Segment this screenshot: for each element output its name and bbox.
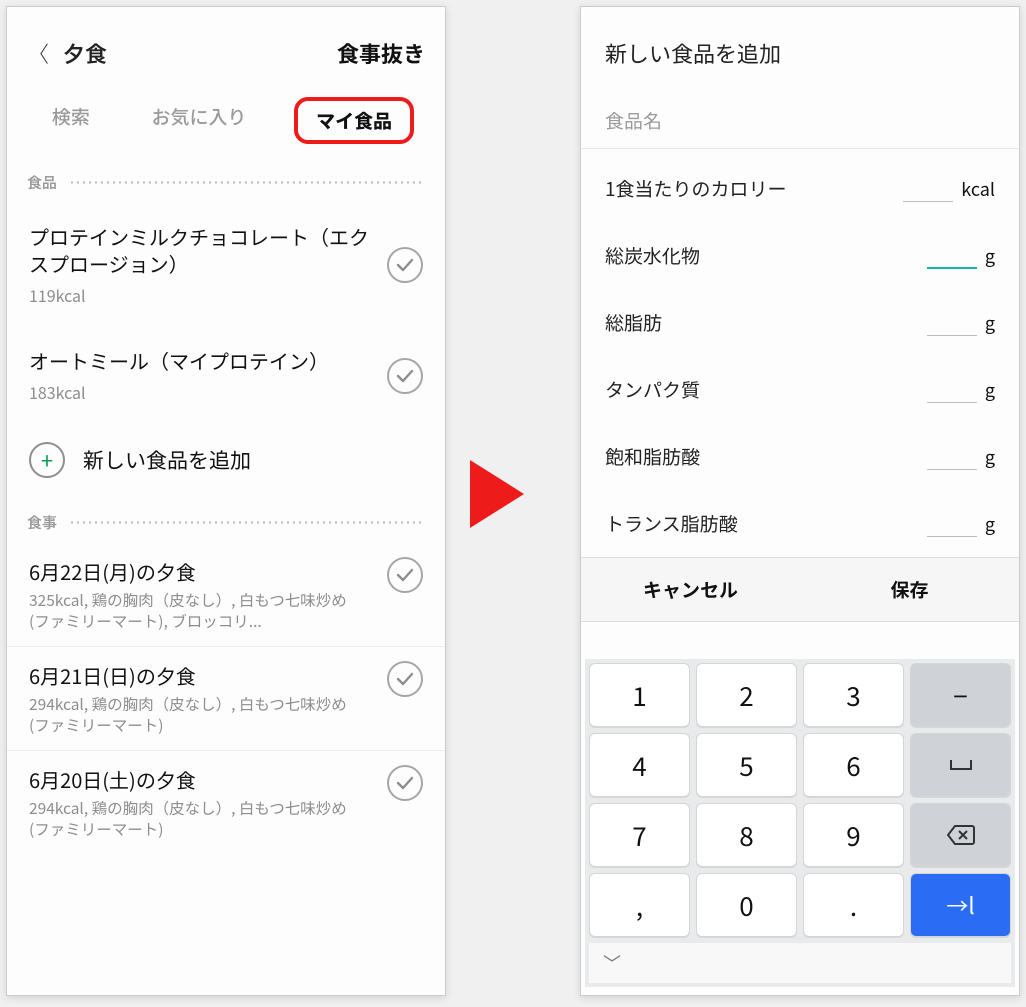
key-comma[interactable]: , bbox=[589, 873, 690, 937]
unit-label: kcal bbox=[961, 176, 995, 202]
back-icon[interactable]: 〈 bbox=[27, 37, 49, 69]
keyboard-dismiss[interactable]: ﹀ bbox=[589, 943, 1011, 983]
tab-myfood[interactable]: マイ食品 bbox=[294, 97, 414, 144]
unit-label: g bbox=[985, 243, 995, 269]
nutrition-label: トランス脂肪酸 bbox=[605, 510, 738, 537]
key-2[interactable]: 2 bbox=[696, 663, 797, 727]
key-5[interactable]: 5 bbox=[696, 733, 797, 797]
nutrition-label: 1食当たりのカロリー bbox=[605, 175, 787, 202]
key-4[interactable]: 4 bbox=[589, 733, 690, 797]
enter-icon: →l bbox=[946, 889, 974, 921]
add-food-label: 新しい食品を追加 bbox=[83, 445, 251, 475]
meal-title: 6月20日(土)の夕食 bbox=[29, 765, 359, 794]
page-title: 新しい食品を追加 bbox=[581, 7, 1019, 79]
divider-icon bbox=[67, 181, 425, 184]
key-0[interactable]: 0 bbox=[696, 873, 797, 937]
unit-label: g bbox=[985, 310, 995, 336]
nutrition-row: トランス脂肪酸 g bbox=[581, 490, 1019, 557]
section-meal-label: 食事 bbox=[27, 512, 57, 533]
meal-desc: 294kcal, 鶏の胸肉（皮なし）, 白もつ七味炒め(ファミリーマート) bbox=[29, 694, 359, 736]
numeric-keypad: 1 2 3 − 4 5 6 7 8 9 , 0 . →l bbox=[585, 659, 1015, 987]
food-item[interactable]: オートミール（マイプロテイン） 183kcal bbox=[7, 327, 445, 424]
nutrition-row: 1食当たりのカロリー kcal bbox=[581, 155, 1019, 222]
section-food-label: 食品 bbox=[27, 172, 57, 193]
key-period[interactable]: . bbox=[803, 873, 904, 937]
fat-input[interactable] bbox=[927, 312, 977, 336]
food-name-input[interactable]: 食品名 bbox=[581, 79, 1019, 149]
form-actions: キャンセル 保存 bbox=[581, 557, 1019, 622]
unit-label: g bbox=[985, 444, 995, 470]
nutrition-row: 総炭水化物 g bbox=[581, 222, 1019, 289]
add-food-screen: 新しい食品を追加 食品名 1食当たりのカロリー kcal 総炭水化物 g 総脂肪… bbox=[580, 6, 1020, 996]
meal-item[interactable]: 6月20日(土)の夕食 294kcal, 鶏の胸肉（皮なし）, 白もつ七味炒め(… bbox=[7, 751, 445, 854]
divider-icon bbox=[67, 521, 425, 524]
meal-desc: 294kcal, 鶏の胸肉（皮なし）, 白もつ七味炒め(ファミリーマート) bbox=[29, 798, 359, 840]
cancel-button[interactable]: キャンセル bbox=[581, 558, 800, 621]
check-icon[interactable] bbox=[387, 247, 423, 283]
page-title: 夕食 bbox=[63, 37, 107, 69]
key-9[interactable]: 9 bbox=[803, 803, 904, 867]
key-backspace[interactable] bbox=[910, 803, 1011, 867]
nutrition-label: 総脂肪 bbox=[605, 309, 662, 336]
meal-item[interactable]: 6月22日(月)の夕食 325kcal, 鶏の胸肉（皮なし）, 白もつ七味炒め(… bbox=[7, 543, 445, 647]
save-button[interactable]: 保存 bbox=[800, 558, 1019, 621]
add-food-button[interactable]: + 新しい食品を追加 bbox=[7, 424, 445, 502]
key-7[interactable]: 7 bbox=[589, 803, 690, 867]
tab-favorites[interactable]: お気に入り bbox=[137, 97, 260, 144]
plus-icon: + bbox=[29, 442, 65, 478]
arrow-right-icon bbox=[470, 460, 524, 528]
satfat-input[interactable] bbox=[927, 446, 977, 470]
nutrition-row: 総脂肪 g bbox=[581, 289, 1019, 356]
unit-label: g bbox=[985, 511, 995, 537]
meal-title: 6月21日(日)の夕食 bbox=[29, 661, 359, 690]
food-name: オートミール（マイプロテイン） bbox=[29, 347, 375, 374]
backspace-icon bbox=[947, 824, 975, 846]
food-item[interactable]: プロテインミルクチョコレート（エクスプロージョン） 119kcal bbox=[7, 203, 445, 327]
chevron-down-icon: ﹀ bbox=[603, 950, 621, 976]
meal-title: 6月22日(月)の夕食 bbox=[29, 557, 359, 586]
nutrition-row: 飽和脂肪酸 g bbox=[581, 423, 1019, 490]
check-icon[interactable] bbox=[387, 661, 423, 697]
carbs-input[interactable] bbox=[927, 245, 977, 269]
check-icon[interactable] bbox=[387, 765, 423, 801]
skip-meal-button[interactable]: 食事抜き bbox=[337, 37, 425, 69]
food-name: プロテインミルクチョコレート（エクスプロージョン） bbox=[29, 223, 375, 277]
transfat-input[interactable] bbox=[927, 513, 977, 537]
protein-input[interactable] bbox=[927, 379, 977, 403]
myfood-screen: 〈 夕食 食事抜き 検索 お気に入り マイ食品 食品 プロテインミルクチョコレー… bbox=[6, 6, 446, 996]
meal-desc: 325kcal, 鶏の胸肉（皮なし）, 白もつ七味炒め(ファミリーマート), ブ… bbox=[29, 590, 359, 632]
check-icon[interactable] bbox=[387, 557, 423, 593]
nutrition-label: 飽和脂肪酸 bbox=[605, 443, 700, 470]
meal-item[interactable]: 6月21日(日)の夕食 294kcal, 鶏の胸肉（皮なし）, 白もつ七味炒め(… bbox=[7, 647, 445, 751]
tabs: 検索 お気に入り マイ食品 bbox=[7, 89, 445, 162]
key-6[interactable]: 6 bbox=[803, 733, 904, 797]
key-enter[interactable]: →l bbox=[910, 873, 1011, 937]
nutrition-label: タンパク質 bbox=[605, 376, 700, 403]
check-icon[interactable] bbox=[387, 358, 423, 394]
space-icon bbox=[950, 760, 972, 770]
unit-label: g bbox=[985, 377, 995, 403]
section-food: 食品 bbox=[7, 162, 445, 203]
food-kcal: 183kcal bbox=[29, 380, 375, 404]
key-8[interactable]: 8 bbox=[696, 803, 797, 867]
food-kcal: 119kcal bbox=[29, 283, 375, 307]
nutrition-label: 総炭水化物 bbox=[605, 242, 700, 269]
section-meal: 食事 bbox=[7, 502, 445, 543]
header: 〈 夕食 食事抜き bbox=[7, 7, 445, 89]
calorie-input[interactable] bbox=[903, 178, 953, 202]
key-3[interactable]: 3 bbox=[803, 663, 904, 727]
tab-search[interactable]: 検索 bbox=[38, 97, 104, 144]
key-minus[interactable]: − bbox=[910, 663, 1011, 727]
nutrition-row: タンパク質 g bbox=[581, 356, 1019, 423]
key-1[interactable]: 1 bbox=[589, 663, 690, 727]
key-space[interactable] bbox=[910, 733, 1011, 797]
